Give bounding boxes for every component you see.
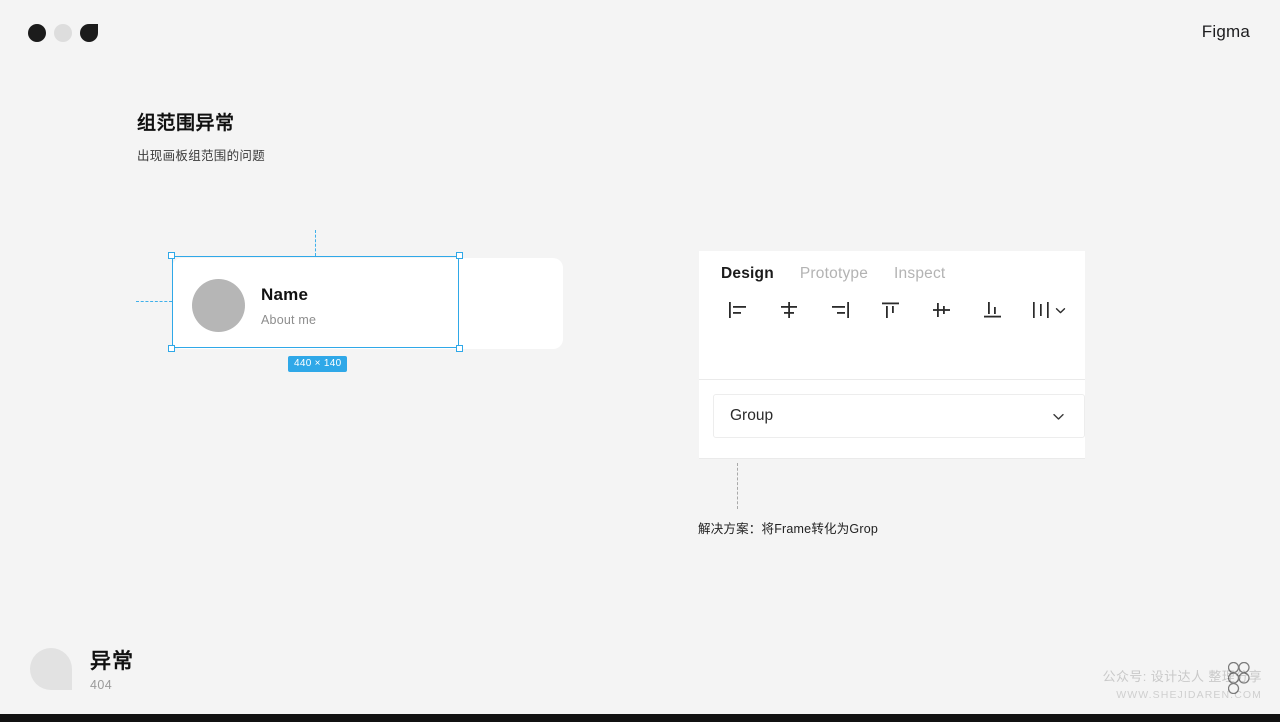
page-canvas: Figma 组范围异常 出现画板组范围的问题 Name About me 440… [0,0,1280,714]
window-dots [28,24,98,42]
chevron-down-icon [1055,307,1066,313]
align-bottom-icon[interactable] [980,297,1006,323]
footer-title: 异常 [90,650,134,673]
figma-design-panel: Design Prototype Inspect Group [699,251,1085,459]
tab-prototype[interactable]: Prototype [800,265,868,283]
dot-dark-icon [28,24,46,42]
panel-divider [699,379,1085,380]
profile-about: About me [261,312,317,327]
align-vertical-center-icon[interactable] [929,297,955,323]
align-right-icon[interactable] [827,297,853,323]
selection-handle-top-left[interactable] [168,252,175,259]
panel-bottom-border [699,458,1085,459]
footer-shape-icon [30,647,72,690]
group-select[interactable]: Group [713,394,1085,438]
panel-tab-bar: Design Prototype Inspect [699,251,1085,283]
dot-notched-icon [80,24,98,42]
bottom-bar [0,714,1280,722]
distribute-icon[interactable] [1031,301,1067,319]
group-select-value: Group [730,407,774,424]
align-left-icon[interactable] [725,297,751,323]
footer-text-block: 异常 404 [90,645,134,692]
align-top-icon[interactable] [878,297,904,323]
profile-card-content: Name About me [192,279,316,332]
guide-line-vertical [315,230,316,256]
alignment-toolbar [699,283,1085,323]
chevron-down-icon [1053,413,1064,420]
solution-text: 解决方案：将Frame转化为Grop [698,522,879,536]
solution-guide-line [737,463,738,509]
align-horizontal-center-icon[interactable] [776,297,802,323]
dot-light-icon [54,24,72,42]
heading-block: 组范围异常 出现画板组范围的问题 [137,108,265,164]
profile-card-text: Name About me [261,285,316,327]
page-title: 组范围异常 [137,113,235,134]
figma-logo-icon [1228,662,1250,694]
dimension-badge: 440 × 140 [288,356,348,372]
footer-tag: 异常 404 [30,645,134,692]
profile-card[interactable]: Name About me [172,258,563,349]
guide-line-horizontal [136,301,172,302]
tab-design[interactable]: Design [721,265,774,283]
brand-label: Figma [1201,22,1250,41]
avatar [192,279,245,332]
footer-code: 404 [90,678,113,692]
profile-name: Name [261,284,309,304]
page-subtitle: 出现画板组范围的问题 [137,149,266,163]
tab-inspect[interactable]: Inspect [894,265,945,283]
